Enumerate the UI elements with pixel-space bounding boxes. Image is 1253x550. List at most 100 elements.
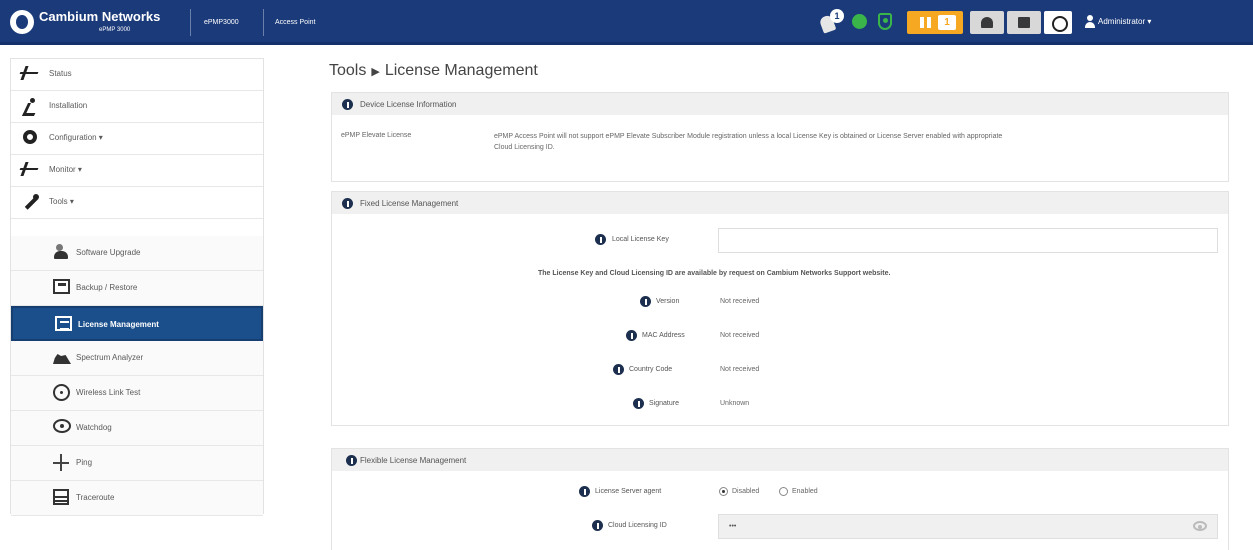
gear-icon — [23, 130, 37, 144]
fixed-license-panel: Fixed License Management — [331, 191, 1229, 426]
sidebar-item-monitor[interactable]: Monitor ▾ — [11, 155, 263, 187]
sidebar-item-label: Ping — [76, 458, 93, 467]
info-icon[interactable] — [346, 455, 357, 466]
info-icon[interactable] — [342, 99, 353, 110]
running-person-icon — [23, 98, 40, 115]
license-notice: The License Key and Cloud Licensing ID a… — [538, 270, 891, 277]
upgrade-icon — [53, 244, 70, 261]
license-server-agent-label: License Server agent — [595, 488, 662, 495]
info-icon[interactable] — [342, 198, 353, 209]
warning-icon — [920, 17, 924, 28]
device-license-text: ePMP Access Point will not support ePMP … — [494, 133, 1003, 151]
cambium-logo-icon — [10, 10, 34, 34]
signature-label: Signature — [649, 400, 679, 407]
sidebar-item-tools[interactable]: Tools ▾ — [11, 187, 263, 219]
cloud-licensing-id-label: Cloud Licensing ID — [608, 522, 667, 529]
user-menu[interactable]: Administrator ▾ — [1098, 17, 1151, 26]
traceroute-icon — [53, 489, 69, 505]
sidebar-item-backup-restore[interactable]: Backup / Restore — [11, 271, 263, 306]
user-icon — [1085, 15, 1095, 28]
sidebar-item-status[interactable]: Status — [11, 59, 263, 91]
warnings-button[interactable]: 1 — [907, 11, 963, 34]
local-license-key-label: Local License Key — [612, 236, 669, 243]
panel-header: Device License Information — [332, 93, 1228, 115]
notifications-button[interactable]: 1 — [818, 9, 846, 35]
page-title: Tools ▶ License Management — [329, 62, 538, 80]
info-icon[interactable] — [595, 234, 606, 245]
sidebar-item-label: Traceroute — [76, 493, 115, 502]
reboot-button[interactable] — [1044, 11, 1072, 34]
enabled-option-label[interactable]: Enabled — [792, 488, 818, 495]
cloud-licensing-id-value: ••• — [729, 523, 737, 530]
pulse-icon — [20, 66, 38, 80]
mac-address-label: MAC Address — [642, 332, 685, 339]
sidebar-item-software-upgrade[interactable]: Software Upgrade — [11, 236, 263, 271]
sidebar-item-label: Watchdog — [76, 423, 112, 432]
product-name: ePMP 3000 — [99, 27, 131, 33]
cloud-licensing-id-input[interactable]: ••• — [718, 514, 1218, 539]
header-divider — [190, 9, 191, 36]
sidebar-item-configuration[interactable]: Configuration ▾ — [11, 123, 263, 155]
sidebar-item-label: Configuration ▾ — [49, 133, 103, 142]
panel-header: Fixed License Management — [332, 192, 1228, 214]
license-server-enabled-radio[interactable] — [779, 487, 788, 496]
sidebar: Status Installation Configuration ▾ Moni… — [10, 58, 264, 516]
warning-count: 1 — [938, 15, 956, 30]
mac-address-value: Not received — [720, 332, 760, 339]
device-name: ePMP3000 — [204, 19, 239, 26]
sidebar-item-spectrum-analyzer[interactable]: Spectrum Analyzer — [11, 341, 263, 376]
license-icon — [55, 316, 72, 331]
sidebar-item-installation[interactable]: Installation — [11, 91, 263, 123]
info-icon[interactable] — [633, 398, 644, 409]
ping-icon — [53, 454, 70, 471]
wrench-icon — [23, 194, 39, 210]
shield-icon[interactable] — [878, 13, 892, 30]
watchdog-icon — [53, 419, 71, 433]
sidebar-item-label: Status — [49, 69, 72, 78]
top-bar: Cambium Networks ePMP 3000 ePMP3000 Acce… — [0, 0, 1253, 45]
panel-title: Device License Information — [360, 100, 457, 109]
info-icon[interactable] — [592, 520, 603, 531]
sidebar-item-label: Wireless Link Test — [76, 388, 141, 397]
breadcrumb-arrow-icon: ▶ — [371, 66, 380, 78]
brand-name: Cambium Networks — [39, 9, 161, 24]
panel-title: Fixed License Management — [360, 199, 459, 208]
eye-icon[interactable] — [1193, 521, 1207, 531]
device-mode: Access Point — [275, 19, 316, 26]
info-icon[interactable] — [579, 486, 590, 497]
notification-count: 1 — [830, 9, 844, 23]
info-icon[interactable] — [640, 296, 651, 307]
sidebar-item-label: Software Upgrade — [76, 248, 141, 257]
backup-icon — [53, 279, 70, 294]
panel-header: Flexible License Management — [332, 449, 1228, 471]
local-license-key-input[interactable] — [718, 228, 1218, 253]
sidebar-item-label: Backup / Restore — [76, 283, 138, 292]
info-icon[interactable] — [613, 364, 624, 375]
sidebar-item-traceroute[interactable]: Traceroute — [11, 481, 263, 516]
panel-title: Flexible License Management — [360, 456, 467, 465]
globe-icon[interactable] — [852, 14, 867, 29]
sidebar-item-license-management[interactable]: License Management — [11, 306, 263, 341]
undo-button[interactable] — [970, 11, 1004, 34]
save-button[interactable] — [1007, 11, 1041, 34]
pulse-icon — [20, 162, 38, 176]
disabled-option-label[interactable]: Disabled — [732, 488, 759, 495]
spectrum-icon — [53, 349, 70, 366]
license-server-disabled-radio[interactable] — [719, 487, 728, 496]
sidebar-item-wireless-link-test[interactable]: Wireless Link Test — [11, 376, 263, 411]
country-code-value: Not received — [720, 366, 760, 373]
header-divider — [263, 9, 264, 36]
breadcrumb-root: Tools — [329, 62, 367, 79]
sidebar-item-ping[interactable]: Ping — [11, 446, 263, 481]
sidebar-item-watchdog[interactable]: Watchdog — [11, 411, 263, 446]
sidebar-item-label: Spectrum Analyzer — [76, 353, 144, 362]
sidebar-item-label: Installation — [49, 101, 88, 110]
country-code-label: Country Code — [629, 366, 673, 373]
version-value: Not received — [720, 298, 760, 305]
device-license-panel: Device License Information ePMP Elevate … — [331, 92, 1229, 182]
version-label: Version — [656, 298, 680, 305]
breadcrumb-current: License Management — [384, 62, 538, 79]
info-icon[interactable] — [626, 330, 637, 341]
signature-value: Unknown — [720, 400, 750, 407]
wireless-icon — [53, 384, 70, 401]
